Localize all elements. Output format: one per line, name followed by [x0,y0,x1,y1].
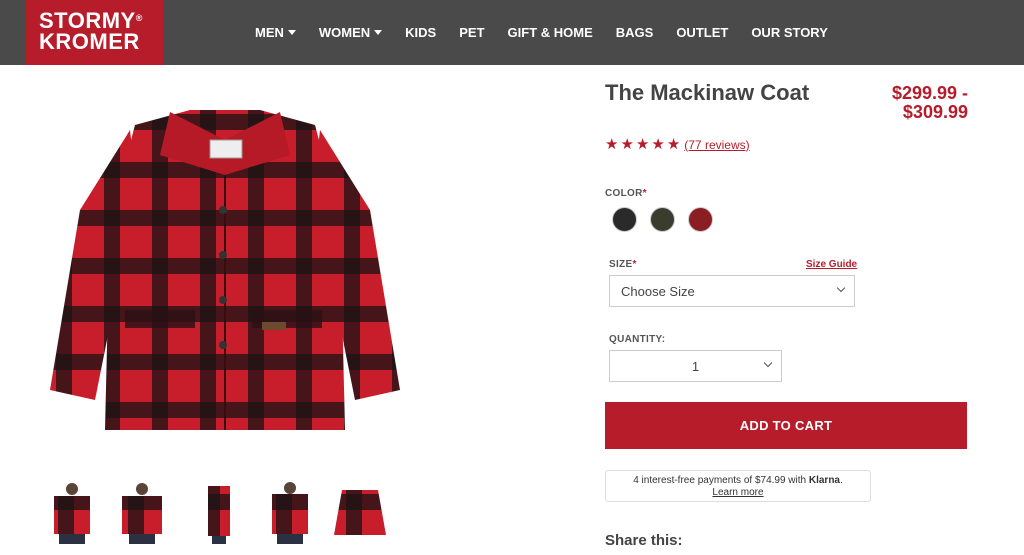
reviews-link[interactable]: (77 reviews) [684,138,749,152]
nav-item-our-story[interactable]: OUR STORY [751,25,828,40]
thumbnail-5[interactable] [330,480,390,544]
color-swatch-black[interactable] [612,207,637,232]
nav-label: KIDS [405,25,437,40]
nav-item-bags[interactable]: BAGS [616,25,654,40]
thumbnail-2[interactable] [112,480,172,544]
nav-label: BAGS [615,25,654,40]
main-nav: MEN WOMEN KIDS PET GIFT & HOME BAGS OUTL… [255,0,851,65]
size-label-text: SIZE [609,259,633,270]
klarna-banner: 4 interest-free payments of $74.99 with … [605,470,871,502]
size-guide-link[interactable]: Size Guide [806,259,857,270]
nav-label: WOMEN [318,25,371,40]
nav-item-women[interactable]: WOMEN [318,25,383,40]
nav-item-men[interactable]: MEN [255,25,296,40]
caret-down-icon [374,30,383,35]
product-price: $299.99 - $309.99 [860,84,968,122]
logo-reg: ® [135,13,143,23]
nav-item-pet[interactable]: PET [459,25,484,40]
product-rating: ★ ★ ★ ★ ★ (77 reviews) [605,137,750,152]
color-swatch-olive[interactable] [650,207,675,232]
nav-label: OUTLET [676,25,729,40]
star-icon: ★ [605,136,619,153]
nav-item-kids[interactable]: KIDS [405,25,436,40]
chevron-down-icon [836,283,846,293]
chevron-down-icon [763,358,773,368]
klarna-period: . [840,475,843,486]
thumbnail-4[interactable] [260,480,320,544]
size-select[interactable]: Choose Size [609,275,855,307]
thumbnail-3[interactable] [188,480,248,544]
star-icon: ★ [651,136,665,153]
klarna-learn-more-link[interactable]: Learn more [606,487,870,499]
price-low: $299.99 - [891,83,968,103]
price-high: $309.99 [902,102,968,122]
thumbnail-1[interactable] [42,480,102,544]
product-main-image[interactable] [40,100,410,440]
color-label: COLOR* [605,188,647,199]
required-mark: * [632,259,637,270]
caret-down-icon [287,30,296,35]
star-icon: ★ [666,136,681,153]
nav-item-gift-home[interactable]: GIFT & HOME [508,25,593,40]
brand-logo[interactable]: STORMY® KROMER [25,0,163,65]
size-select-value: Choose Size [621,284,695,299]
add-to-cart-button[interactable]: ADD TO CART [605,402,967,449]
product-title: The Mackinaw Coat [605,80,810,105]
size-label: SIZE* [609,259,637,270]
star-icon: ★ [620,136,634,153]
nav-item-outlet[interactable]: OUTLET [676,25,728,40]
color-swatch-red[interactable] [688,207,713,232]
logo-line2: KROMER [39,29,140,54]
quantity-value: 1 [691,359,700,374]
quantity-select[interactable]: 1 [609,350,782,382]
color-label-text: COLOR [605,188,643,199]
nav-label: GIFT & HOME [507,25,593,40]
quantity-label: QUANTITY: [609,334,666,345]
site-header: STORMY® KROMER MEN WOMEN KIDS PET GIFT &… [0,0,1024,65]
star-icon: ★ [635,136,650,153]
nav-label: PET [459,25,485,40]
share-heading: Share this: [605,532,683,549]
nav-label: OUR STORY [751,25,828,40]
klarna-text: 4 interest-free payments of $74.99 with [633,475,809,486]
nav-label: MEN [255,25,284,40]
klarna-brand: Klarna [808,475,840,486]
required-mark: * [642,188,647,199]
